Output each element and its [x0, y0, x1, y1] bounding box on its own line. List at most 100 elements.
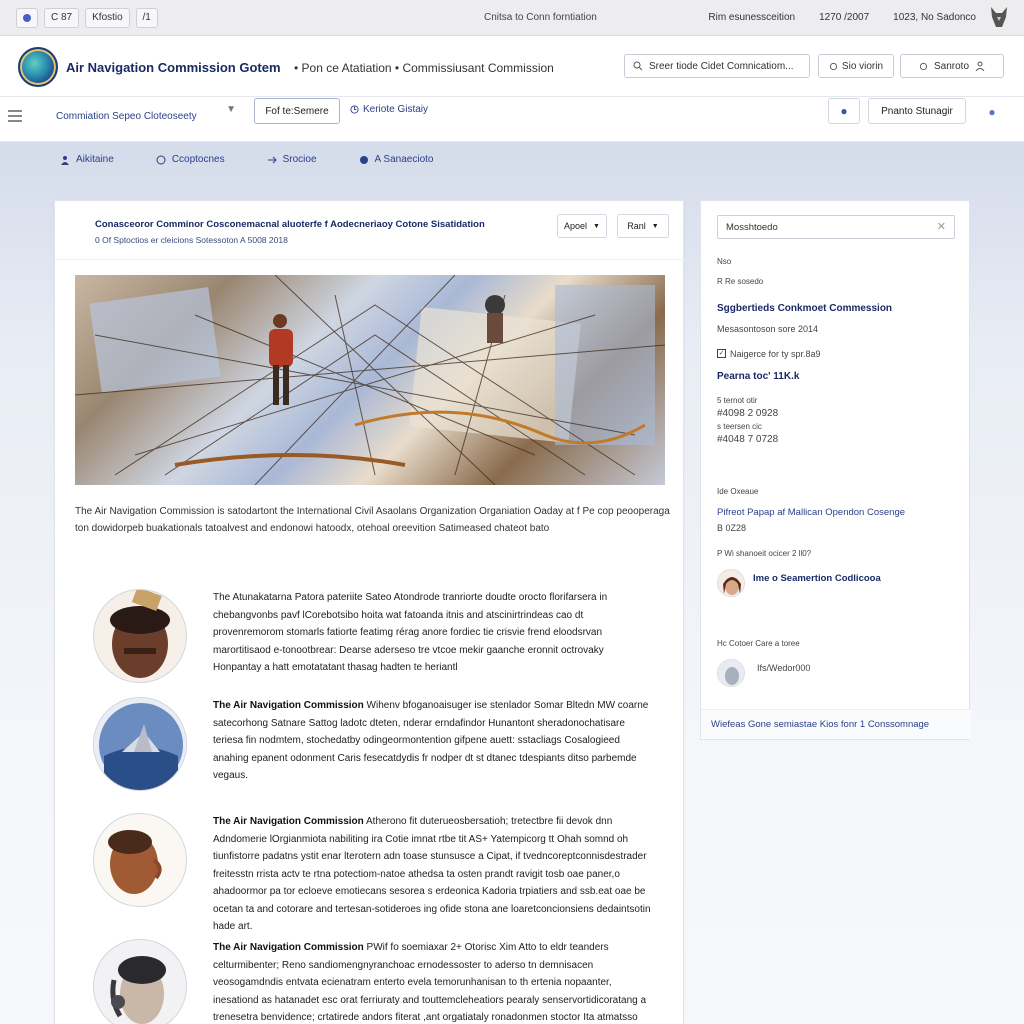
toolbar: Commiation Sepeo Cloteoseety ▼ Fof te:Se… — [0, 98, 1024, 142]
item-lead: The Air Navigation Commission — [213, 700, 364, 711]
portrait-image — [93, 939, 187, 1024]
content-area: Aikitaine Ccoptocnes Srocioe A Sanaeciot… — [0, 142, 1024, 1024]
history-link-label: Keriote Gistaiy — [363, 104, 429, 115]
chevron-down-icon: ▼ — [226, 104, 236, 115]
sidebar-checkbox-row[interactable]: ✓ Naigerce for ty spr.8a9 — [717, 349, 821, 359]
sidebar-label: Nso — [717, 257, 732, 266]
browser-status-3: 1023, No Sadonco — [893, 12, 976, 23]
search-input[interactable]: Sreer tiode Cidet Comnicatiom... — [624, 54, 810, 78]
filter-button[interactable]: Fof te:Semere — [254, 98, 340, 124]
services-button[interactable]: Sio viorin — [818, 54, 894, 78]
sidebar-heading[interactable]: Pearna toc' 11K.k — [717, 371, 799, 382]
info-icon — [359, 155, 368, 164]
browser-chip-more[interactable]: /1 — [135, 7, 158, 28]
sidebar-link[interactable]: Pifreot Papap af Mallican Opendon Coseng… — [717, 507, 905, 518]
close-icon[interactable]: ✕ — [937, 220, 946, 233]
tab-schedule-label: A Sanaecioto — [374, 154, 434, 165]
item-paragraph: The Atunakatarna Patora pateriite Sateo … — [213, 589, 653, 677]
checkbox-icon[interactable]: ✓ — [717, 349, 726, 358]
sidebar-panel: Mosshtoedo ✕ Nso R Re sosedo Sggbertieds… — [700, 200, 971, 740]
category-select[interactable]: Commiation Sepeo Cloteoseety ▼ — [56, 104, 236, 128]
avatar[interactable] — [717, 659, 745, 687]
history-link[interactable]: Keriote Gistaiy — [350, 104, 428, 115]
search-icon — [633, 61, 643, 71]
user-icon — [975, 61, 985, 71]
apply-dropdown[interactable]: Apoel ▼ — [557, 214, 607, 238]
tab-overview-label: Aikitaine — [76, 154, 114, 165]
menu-icon[interactable] — [8, 110, 22, 122]
browser-chip-tab[interactable]: C 87 — [44, 7, 80, 28]
sidebar-person-name[interactable]: Ifs/Wedor000 — [757, 663, 810, 673]
browser-title: Cnitsa to Conn forntiation — [484, 12, 597, 23]
tab-schedule[interactable]: A Sanaecioto — [359, 154, 434, 165]
divider — [55, 259, 685, 260]
sidebar-label: P Wi shanoeit ocicer 2 ll0? — [717, 549, 812, 558]
tab-services[interactable]: Srocioe — [267, 154, 317, 165]
globe-icon — [919, 62, 928, 70]
sidebar-label: R Re sosedo — [717, 277, 764, 286]
sidebar-footer-link[interactable]: Wiefeas Gone semiastae Kios fonr 1 Conss… — [701, 709, 971, 739]
browser-strip: C 87 Kfostio /1 Cnitsa to Conn forntiati… — [0, 0, 1024, 36]
item-body: The Atunakatarna Patora pateriite Sateo … — [213, 592, 608, 673]
clock-icon — [350, 105, 359, 114]
ship-image — [93, 697, 187, 791]
breadcrumb: • Pon ce Atatiation • Commissiusant Comm… — [294, 61, 554, 75]
item-body: Atherono fit duterueosbersatioh; tretect… — [213, 816, 651, 932]
item-paragraph: The Air Navigation Commission PWif fo so… — [213, 939, 653, 1024]
wolf-logo-icon — [991, 7, 1007, 27]
arrows-icon — [267, 156, 277, 163]
site-header: Air Navigation Commission Gotem • Pon ce… — [0, 37, 1024, 97]
tab-overview[interactable]: Aikitaine — [60, 154, 114, 165]
extension-icon[interactable] — [16, 7, 38, 28]
item-body: Wihenv bfoganoaisuger ise stenlador Soma… — [213, 700, 649, 781]
main-article-card: Conasceoror Comminor Cosconemacnal aluot… — [54, 200, 685, 1024]
section-tabs: Aikitaine Ccoptocnes Srocioe A Sanaeciot… — [60, 154, 433, 165]
sidebar-value: #4098 2 0928 — [717, 408, 779, 419]
sidebar-label: s teersen cic — [717, 422, 762, 431]
intro-paragraph: The Air Navigation Commission is satodar… — [75, 506, 670, 534]
chevron-down-icon: ▼ — [651, 222, 659, 230]
item-body: PWif fo soemiaxar 2+ Otorisc Xim Atto to… — [213, 942, 647, 1023]
browser-status-1: Rim esunessceition — [708, 12, 796, 23]
search-placeholder: Sreer tiode Cidet Comnicatiom... — [649, 60, 794, 72]
portrait-image — [93, 589, 187, 683]
tab-cooperation[interactable]: Ccoptocnes — [156, 154, 225, 165]
sidebar-search-value: Mosshtoedo — [726, 221, 778, 233]
avatar[interactable] — [717, 569, 745, 597]
article-title: Conasceoror Comminor Cosconemacnal aluot… — [95, 219, 485, 230]
site-title[interactable]: Air Navigation Commission Gotem — [66, 60, 281, 75]
sidebar-checkbox-label: Naigerce for ty spr.8a9 — [730, 349, 821, 359]
circle-icon — [156, 155, 166, 164]
print-button[interactable]: Pnanto Stunagir — [868, 98, 966, 124]
sort-dropdown-label: Ranl — [627, 221, 646, 231]
sidebar-search-input[interactable]: Mosshtoedo ✕ — [717, 215, 955, 239]
globe-logo-icon[interactable] — [18, 47, 58, 87]
item-lead: The Air Navigation Commission — [213, 942, 364, 953]
category-select-value: Commiation Sepeo Cloteoseety — [56, 110, 197, 122]
alert-icon[interactable]: ● — [980, 100, 1004, 124]
sort-dropdown[interactable]: Ranl ▼ — [617, 214, 669, 238]
person-icon — [61, 155, 69, 165]
notification-icon[interactable]: ● — [828, 98, 860, 124]
apply-dropdown-label: Apoel — [564, 221, 588, 231]
sidebar-value: #4048 7 0728 — [717, 434, 779, 445]
sidebar-sub: B 0Z28 — [717, 523, 747, 533]
services-button-label: Sio viorin — [841, 60, 884, 72]
sidebar-date: Mesasontoson sore 2014 — [717, 324, 819, 334]
portrait-image — [93, 813, 187, 907]
item-paragraph: The Air Navigation Commission Atherono f… — [213, 813, 653, 936]
item-paragraph: The Air Navigation Commission Wihenv bfo… — [213, 697, 653, 785]
item-lead: The Air Navigation Commission — [213, 816, 364, 827]
sidebar-label: Hc Cotoer Care a toree — [717, 639, 800, 648]
circle-icon — [829, 62, 838, 70]
chevron-down-icon: ▼ — [593, 222, 600, 230]
sidebar-person-name[interactable]: Ime o Seamertion Codlicooa — [753, 573, 881, 584]
tab-cooperation-label: Ccoptocnes — [171, 154, 225, 165]
sidebar-heading[interactable]: Sggbertieds Conkmoet Commession — [717, 303, 892, 314]
account-button[interactable]: Sanroto — [900, 54, 1004, 78]
sidebar-label: Ide Oxeaue — [717, 487, 759, 496]
account-button-label: Sanroto — [933, 60, 970, 72]
browser-status-date: 1270 /2007 — [819, 12, 870, 23]
sidebar-label: 5 ternot otir — [717, 396, 758, 405]
browser-chip-site[interactable]: Kfostio — [85, 7, 130, 28]
